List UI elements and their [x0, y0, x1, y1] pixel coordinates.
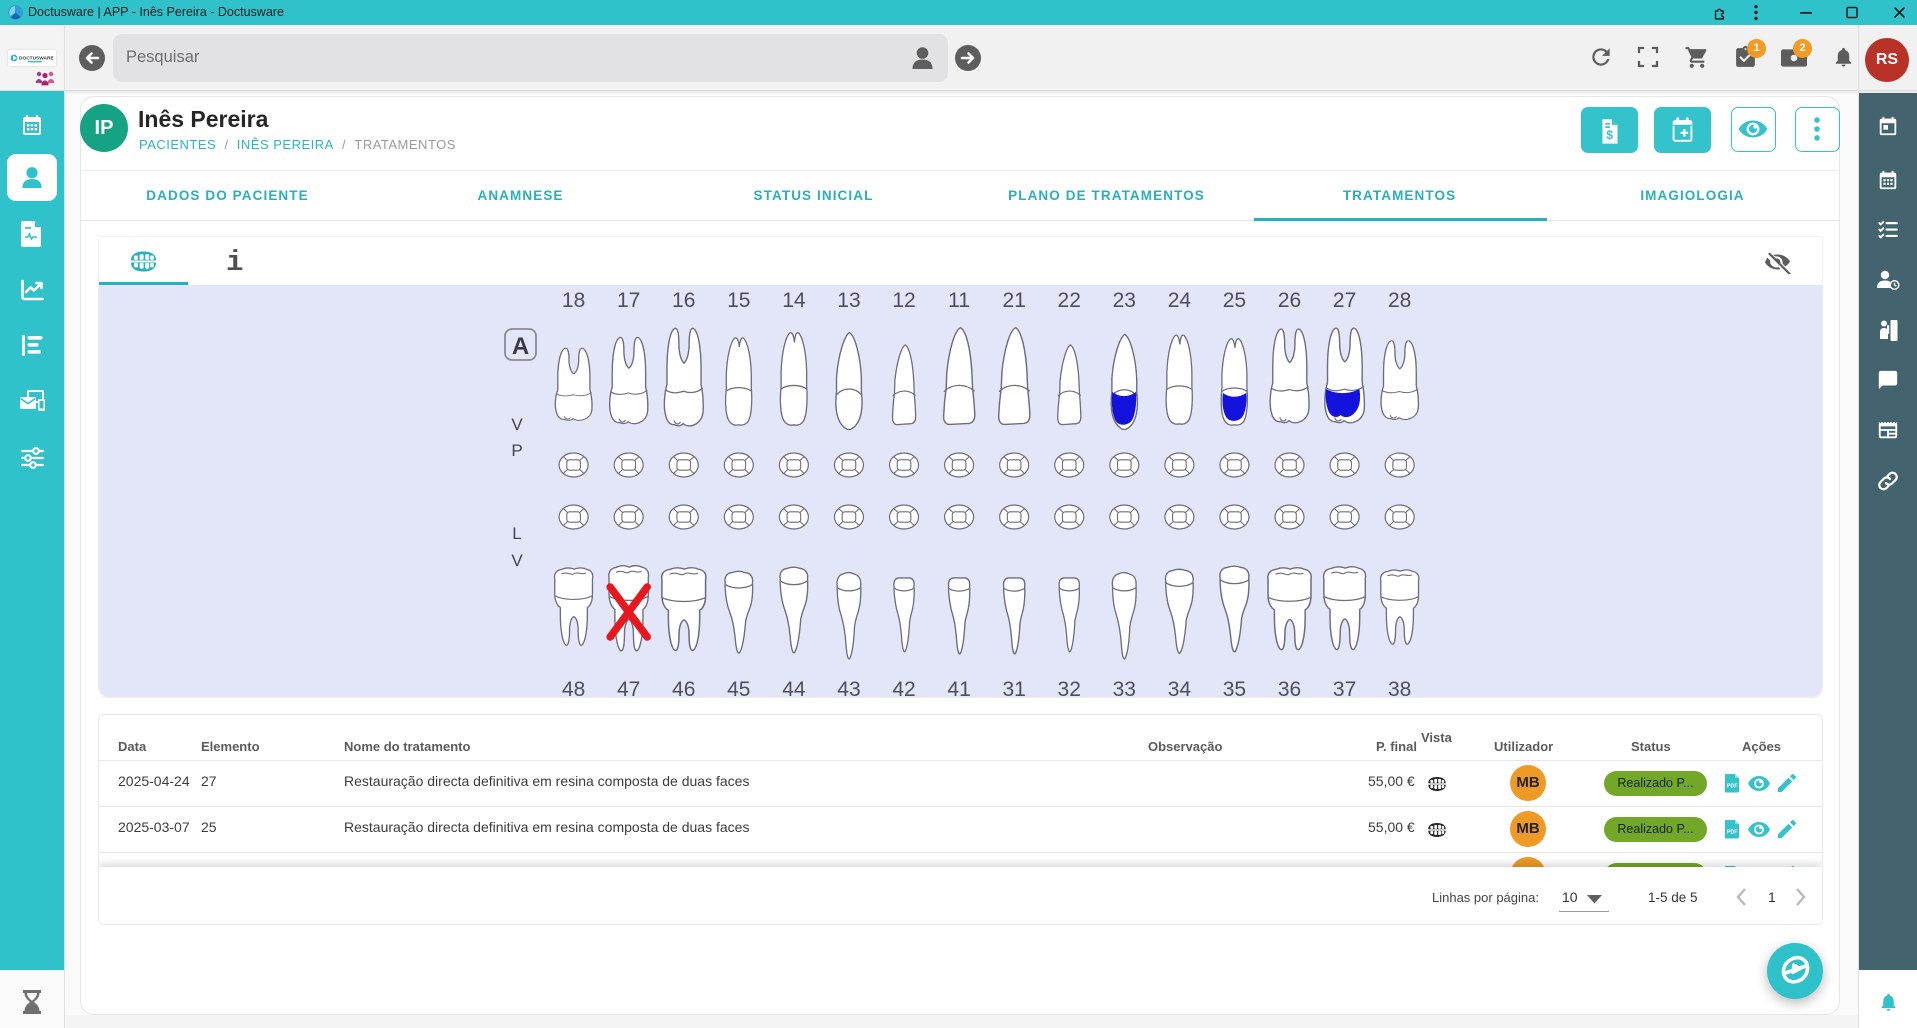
svg-text:45: 45	[727, 678, 750, 697]
svg-text:21: 21	[1002, 289, 1025, 312]
svg-text:16: 16	[672, 289, 695, 312]
svg-text:23: 23	[1113, 289, 1136, 312]
svg-text:37: 37	[1333, 678, 1356, 697]
svg-text:$: $	[1606, 128, 1613, 142]
svg-text:24: 24	[1168, 289, 1192, 312]
svg-text:22: 22	[1058, 289, 1081, 312]
svg-text:41: 41	[947, 678, 970, 697]
svg-text:P: P	[511, 441, 522, 460]
svg-text:33: 33	[1113, 678, 1136, 697]
svg-text:17: 17	[617, 289, 640, 312]
svg-text:13: 13	[837, 289, 860, 312]
svg-text:31: 31	[1002, 678, 1025, 697]
svg-text:48: 48	[562, 678, 585, 697]
svg-text:38: 38	[1388, 678, 1411, 697]
svg-text:43: 43	[837, 678, 860, 697]
svg-text:44: 44	[782, 678, 806, 697]
svg-text:47: 47	[617, 678, 640, 697]
svg-text:35: 35	[1223, 678, 1246, 697]
svg-text:25: 25	[1223, 289, 1246, 312]
svg-text:A: A	[512, 333, 529, 360]
svg-text:34: 34	[1168, 678, 1192, 697]
svg-text:L: L	[512, 524, 521, 543]
svg-text:26: 26	[1278, 289, 1301, 312]
svg-text:32: 32	[1058, 678, 1081, 697]
svg-text:DOCTUSWARE: DOCTUSWARE	[19, 56, 54, 62]
svg-text:PDF: PDF	[1727, 784, 1737, 790]
svg-text:36: 36	[1278, 678, 1301, 697]
svg-text:V: V	[511, 551, 523, 570]
svg-text:14: 14	[782, 289, 806, 312]
svg-text:28: 28	[1388, 289, 1411, 312]
svg-text:27: 27	[1333, 289, 1356, 312]
svg-text:15: 15	[727, 289, 750, 312]
svg-text:12: 12	[892, 289, 915, 312]
svg-text:18: 18	[562, 289, 585, 312]
svg-text:46: 46	[672, 678, 695, 697]
svg-text:V: V	[511, 415, 523, 434]
svg-text:42: 42	[892, 678, 915, 697]
svg-text:11: 11	[948, 289, 970, 312]
svg-text:PDF: PDF	[1727, 830, 1737, 836]
